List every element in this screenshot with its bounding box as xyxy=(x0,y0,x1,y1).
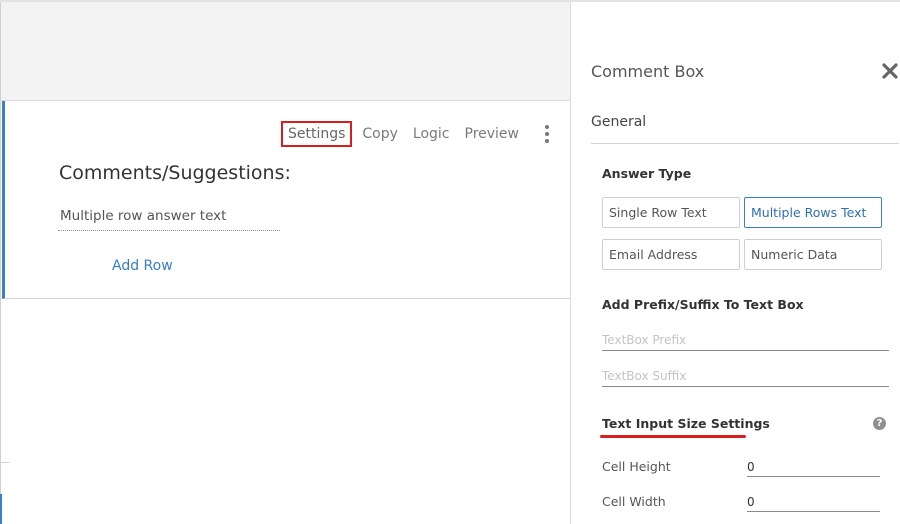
settings-panel: Comment Box General Answer Type Single R… xyxy=(570,2,900,524)
canvas-left-edge xyxy=(0,2,1,524)
numeric-data-option[interactable]: Numeric Data xyxy=(744,239,882,270)
email-address-option[interactable]: Email Address xyxy=(602,239,740,270)
copy-button[interactable]: Copy xyxy=(356,123,404,145)
tab-general[interactable]: General xyxy=(591,114,646,130)
answer-type-label: Answer Type xyxy=(602,166,692,181)
next-card-edge xyxy=(0,494,2,524)
kebab-menu-icon[interactable] xyxy=(536,125,558,143)
survey-canvas: Settings Copy Logic Preview Comments/Sug… xyxy=(0,2,570,524)
prefix-suffix-label: Add Prefix/Suffix To Text Box xyxy=(602,297,804,312)
canvas-divider xyxy=(0,462,10,463)
logic-button[interactable]: Logic xyxy=(407,123,456,145)
question-title: Comments/Suggestions: xyxy=(59,162,291,184)
panel-title: Comment Box xyxy=(591,62,705,81)
answer-text-field[interactable]: Multiple row answer text xyxy=(58,205,280,231)
single-row-text-option[interactable]: Single Row Text xyxy=(602,197,740,228)
cell-height-label: Cell Height xyxy=(602,459,671,474)
close-icon[interactable] xyxy=(881,62,899,80)
canvas-header xyxy=(0,2,570,101)
cell-width-label: Cell Width xyxy=(602,494,666,509)
textbox-prefix-input[interactable] xyxy=(602,329,889,351)
settings-button[interactable]: Settings xyxy=(280,121,353,147)
cell-width-input[interactable] xyxy=(747,492,880,512)
preview-button[interactable]: Preview xyxy=(459,123,526,145)
question-toolbar: Settings Copy Logic Preview xyxy=(280,121,570,147)
highlight-underline xyxy=(600,435,746,438)
question-card[interactable]: Settings Copy Logic Preview Comments/Sug… xyxy=(2,101,570,299)
text-input-size-label: Text Input Size Settings xyxy=(602,416,770,431)
help-icon[interactable]: ? xyxy=(873,417,886,430)
multiple-rows-text-option[interactable]: Multiple Rows Text xyxy=(744,197,882,228)
cell-height-input[interactable] xyxy=(747,457,880,477)
add-row-link[interactable]: Add Row xyxy=(112,258,173,274)
tab-divider xyxy=(591,143,899,144)
textbox-suffix-input[interactable] xyxy=(602,365,889,387)
